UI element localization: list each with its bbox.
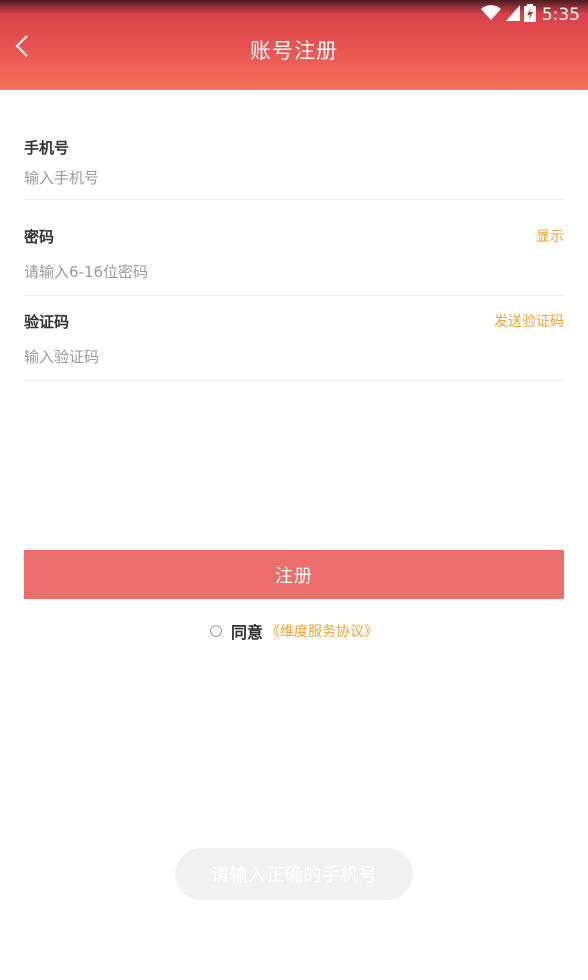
- wifi-icon: [480, 4, 502, 26]
- toast-message: 请输入正确的手机号: [175, 848, 413, 900]
- code-input[interactable]: [24, 346, 564, 368]
- code-field: 验证码 发送验证码: [24, 310, 564, 381]
- signal-icon: [505, 4, 520, 26]
- password-label: 密码: [24, 228, 55, 246]
- agreement-link[interactable]: 《维度服务协议》: [266, 621, 378, 641]
- show-password-toggle[interactable]: 显示: [536, 226, 564, 246]
- page-title: 账号注册: [250, 39, 338, 63]
- agreement-radio[interactable]: [209, 625, 222, 637]
- send-code-button[interactable]: 发送验证码: [494, 311, 564, 331]
- register-button[interactable]: 注册: [24, 550, 564, 599]
- battery-charging-icon: [523, 3, 536, 27]
- status-time: 5:35: [541, 5, 580, 25]
- password-input[interactable]: [24, 261, 564, 283]
- agreement-text: 同意: [230, 623, 263, 642]
- app-header: 5:35 账号注册: [0, 0, 588, 90]
- code-label: 验证码: [24, 313, 70, 331]
- phone-input[interactable]: [24, 167, 564, 189]
- phone-field: 手机号: [24, 134, 564, 200]
- status-bar: 5:35: [480, 0, 580, 30]
- agreement-row: 同意 《维度服务协议》: [0, 619, 588, 643]
- password-field: 密码 显示: [24, 224, 564, 296]
- phone-label: 手机号: [24, 139, 70, 157]
